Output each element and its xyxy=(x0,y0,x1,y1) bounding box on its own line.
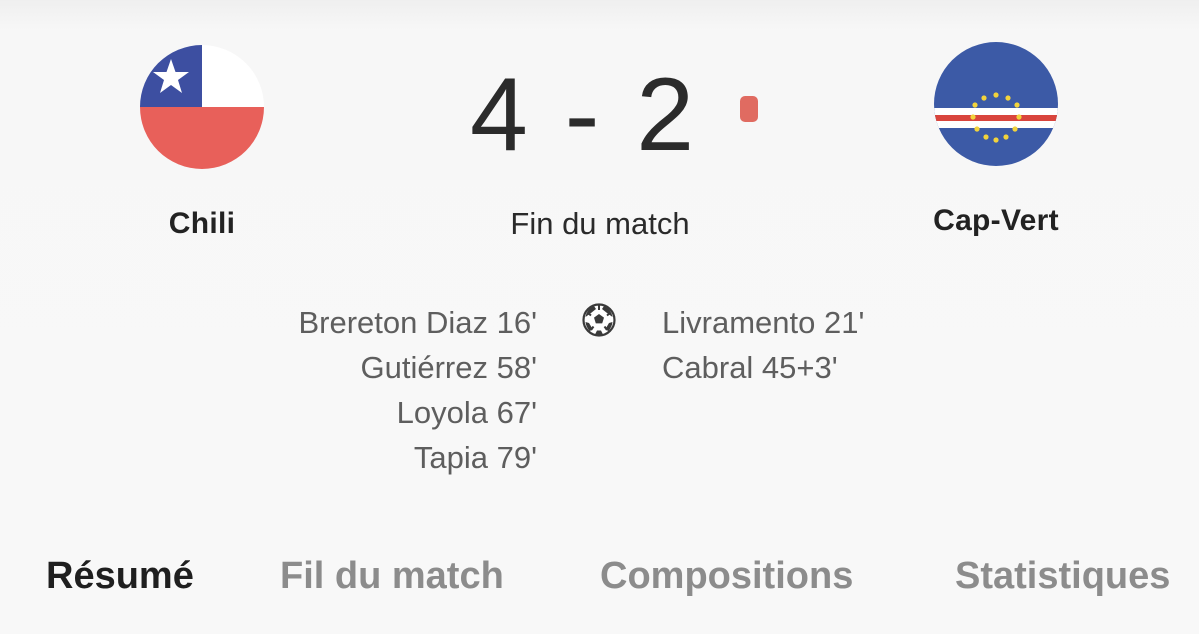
scorer-item: Livramento 21' xyxy=(662,305,865,340)
tab-statistiques[interactable]: Statistiques xyxy=(955,555,1170,598)
match-summary-screen: Chili 4 - 2 Fin du match Cap-Vert Breret… xyxy=(0,0,1199,634)
scorer-item: Brereton Diaz 16' xyxy=(298,305,537,340)
tab-compositions[interactable]: Compositions xyxy=(600,555,853,598)
cape-verde-flag-icon xyxy=(934,42,1058,166)
away-scorers-list: Livramento 21' Cabral 45+3' xyxy=(662,300,864,390)
scorer-item: Cabral 45+3' xyxy=(662,350,838,385)
tab-resume[interactable]: Résumé xyxy=(46,555,194,598)
scoreboard: 4 - 2 xyxy=(470,50,758,180)
scorer-item: Loyola 67' xyxy=(396,395,537,430)
scorer-item: Tapia 79' xyxy=(413,440,537,475)
score: 4 - 2 xyxy=(470,57,699,173)
home-team-name: Chili xyxy=(168,207,236,240)
tab-fil-du-match[interactable]: Fil du match xyxy=(280,555,504,598)
home-team[interactable]: Chili xyxy=(92,45,312,241)
away-team[interactable]: Cap-Vert xyxy=(886,42,1106,238)
status-indicator-dot xyxy=(740,96,758,122)
home-scorers-list: Brereton Diaz 16' Gutiérrez 58' Loyola 6… xyxy=(298,300,537,480)
away-team-name: Cap-Vert xyxy=(933,204,1059,237)
match-tabs: Résumé Fil du match Compositions Statist… xyxy=(0,555,1199,615)
match-status: Fin du match xyxy=(510,206,690,241)
scorer-item: Gutiérrez 58' xyxy=(360,350,538,385)
chile-flag-icon xyxy=(140,45,264,169)
soccer-ball-icon xyxy=(582,303,616,337)
